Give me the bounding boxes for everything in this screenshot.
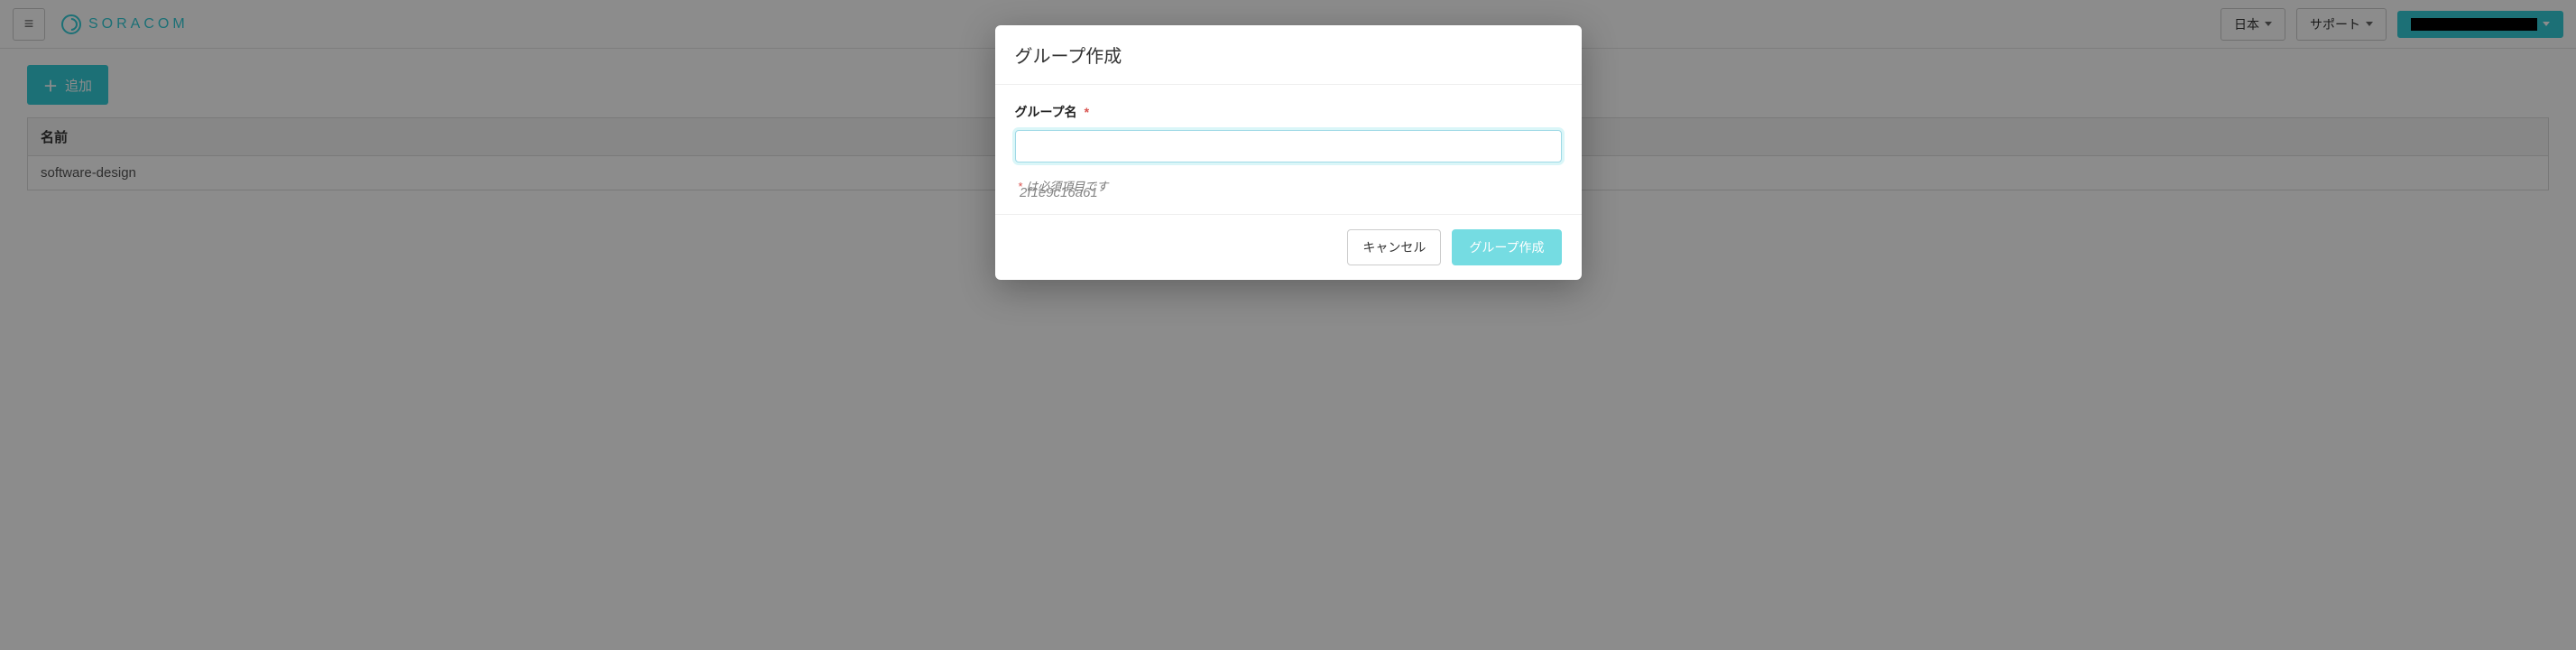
required-mark: * bbox=[1085, 105, 1089, 119]
create-group-modal: グループ作成 グループ名 * * は必須項目です キャンセル グループ作成 bbox=[995, 25, 1582, 280]
cancel-button[interactable]: キャンセル bbox=[1347, 229, 1441, 265]
row-id-suffix: 2f1e9c16a61 bbox=[1020, 185, 1098, 200]
group-name-label: グループ名 * bbox=[1015, 103, 1562, 121]
modal-title: グループ作成 bbox=[995, 25, 1582, 85]
modal-footer: キャンセル グループ作成 bbox=[995, 214, 1582, 280]
group-name-input[interactable] bbox=[1015, 130, 1562, 162]
field-label-text: グループ名 bbox=[1015, 105, 1077, 119]
modal-overlay: グループ作成 グループ名 * * は必須項目です キャンセル グループ作成 bbox=[0, 0, 2576, 650]
create-group-button[interactable]: グループ作成 bbox=[1452, 229, 1561, 265]
